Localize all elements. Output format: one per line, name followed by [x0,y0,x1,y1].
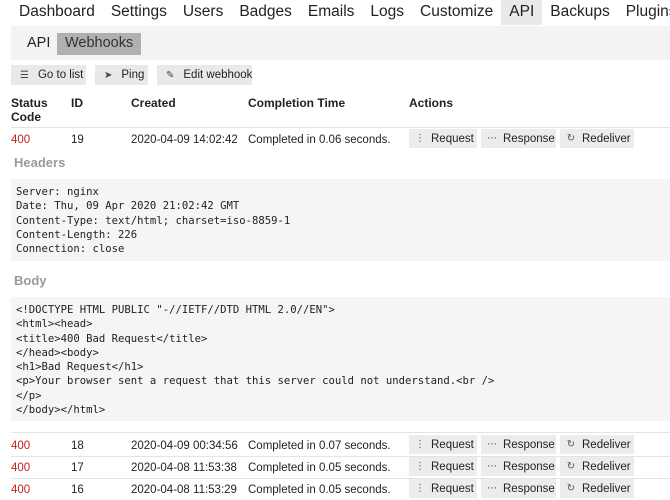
body-section-title: Body [14,273,47,288]
request-button[interactable]: ⋮ Request [409,457,477,476]
response-body-block: <!DOCTYPE HTML PUBLIC "-//IETF//DTD HTML… [11,297,670,421]
row-id: 19 [71,134,84,146]
redeliver-button[interactable]: ↻ Redeliver [560,435,634,454]
vertical-ellipsis-icon: ⋮ [415,439,425,450]
nav-api[interactable]: API [501,0,543,25]
response-button[interactable]: ⋯ Response [481,479,556,498]
vertical-ellipsis-icon: ⋮ [415,461,425,472]
vertical-ellipsis-icon: ⋮ [415,483,425,494]
row-completion: Completed in 0.05 seconds. [248,462,391,474]
list-icon: ☰ [20,69,29,81]
row-created: 2020-04-08 11:53:38 [131,462,237,474]
response-headers-block: Server: nginx Date: Thu, 09 Apr 2020 21:… [11,179,670,261]
request-button[interactable]: ⋮ Request [409,435,477,454]
row-status: 400 [11,440,31,452]
row-created: 2020-04-08 11:53:29 [131,484,237,496]
response-button[interactable]: ⋯ Response [481,129,556,148]
horizontal-ellipsis-icon: ⋯ [487,461,497,472]
created-header: Created [131,96,176,110]
response-button[interactable]: ⋯ Response [481,457,556,476]
nav-plugins[interactable]: Plugins [618,0,670,25]
row-id: 17 [71,462,84,474]
go-to-list-label: Go to list [37,69,84,81]
header-divider [11,127,670,128]
refresh-icon: ↻ [566,483,576,494]
id-header: ID [71,96,83,110]
row-completion: Completed in 0.07 seconds. [248,440,391,452]
nav-emails[interactable]: Emails [300,0,363,25]
edit-webhook-label: Edit webhook [183,69,253,81]
nav-backups[interactable]: Backups [542,0,617,25]
row-id: 16 [71,484,84,496]
request-button[interactable]: ⋮ Request [409,129,477,148]
row-status: 400 [11,134,31,146]
response-button[interactable]: ⋯ Response [481,435,556,454]
horizontal-ellipsis-icon: ⋯ [487,483,497,494]
refresh-icon: ↻ [566,439,576,450]
status-code-header: Status Code [11,96,48,124]
nav-customize[interactable]: Customize [412,0,501,25]
refresh-icon: ↻ [566,461,576,472]
horizontal-ellipsis-icon: ⋯ [487,439,497,450]
go-to-list-button[interactable]: ☰ Go to list [11,65,86,85]
subnav-webhooks[interactable]: Webhooks [57,33,142,55]
edit-webhook-button[interactable]: ✎ Edit webhook [157,65,252,85]
row-created: 2020-04-09 14:02:42 [131,134,238,146]
nav-logs[interactable]: Logs [362,0,412,25]
completion-time-header: Completion Time [248,96,346,110]
refresh-icon: ↻ [566,133,576,144]
row-status: 400 [11,484,31,496]
subnav-api[interactable]: API [19,33,58,55]
ping-label: Ping [121,69,145,81]
row-status: 400 [11,462,31,474]
request-button[interactable]: ⋮ Request [409,479,477,498]
actions-header: Actions [409,96,454,110]
row-id: 18 [71,440,84,452]
redeliver-button[interactable]: ↻ Redeliver [560,479,634,498]
api-sub-nav: API Webhooks [11,26,670,60]
ping-button[interactable]: ➤ Ping [95,65,148,85]
nav-dashboard[interactable]: Dashboard [11,0,103,25]
vertical-ellipsis-icon: ⋮ [415,133,425,144]
paper-plane-icon: ➤ [104,69,113,81]
nav-users[interactable]: Users [175,0,231,25]
pencil-icon: ✎ [166,69,175,81]
row-divider [11,432,670,433]
redeliver-button[interactable]: ↻ Redeliver [560,129,634,148]
row-completion: Completed in 0.06 seconds. [248,134,391,146]
redeliver-button[interactable]: ↻ Redeliver [560,457,634,476]
headers-section-title: Headers [14,155,66,170]
row-created: 2020-04-09 00:34:56 [131,440,238,452]
admin-top-nav: Dashboard Settings Users Badges Emails L… [11,0,670,26]
nav-settings[interactable]: Settings [103,0,175,25]
horizontal-ellipsis-icon: ⋯ [487,133,497,144]
nav-badges[interactable]: Badges [231,0,300,25]
row-completion: Completed in 0.05 seconds. [248,484,391,496]
